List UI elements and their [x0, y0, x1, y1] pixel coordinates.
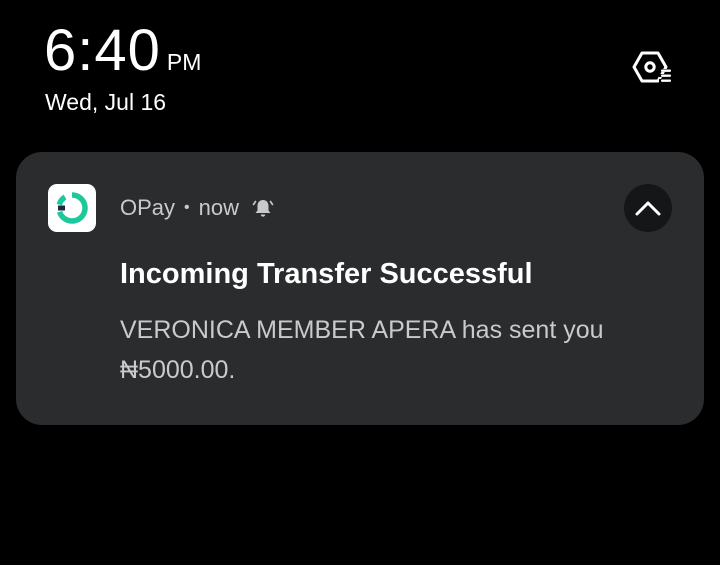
- notification-timestamp: now: [198, 195, 239, 220]
- chevron-up-icon: [635, 201, 661, 216]
- clock-time: 6:40: [44, 18, 161, 83]
- notification-settings-icon: [632, 51, 671, 83]
- date-label: Wed, Jul 16: [45, 89, 167, 115]
- notification-settings-button[interactable]: [630, 48, 674, 88]
- collapse-notification-button[interactable]: [624, 184, 672, 232]
- opay-app-icon: [48, 184, 96, 232]
- opay-logo-icon: [56, 192, 88, 224]
- app-name: OPay: [120, 195, 176, 220]
- separator-dot: •: [184, 199, 190, 216]
- clock: 6:40 PM: [44, 22, 201, 80]
- notification-header: OPay • now: [120, 195, 274, 221]
- notification-body: VERONICA MEMBER APERA has sent you ₦5000…: [120, 316, 604, 384]
- lock-screen: 6:40 PM Wed, Jul 16 OPay • now Incoming …: [0, 0, 720, 565]
- bell-icon: [252, 200, 274, 217]
- notification-card[interactable]: OPay • now Incoming Transfer Successful …: [16, 152, 704, 425]
- notification-title: Incoming Transfer Successful: [120, 258, 533, 290]
- clock-ampm: PM: [166, 49, 202, 75]
